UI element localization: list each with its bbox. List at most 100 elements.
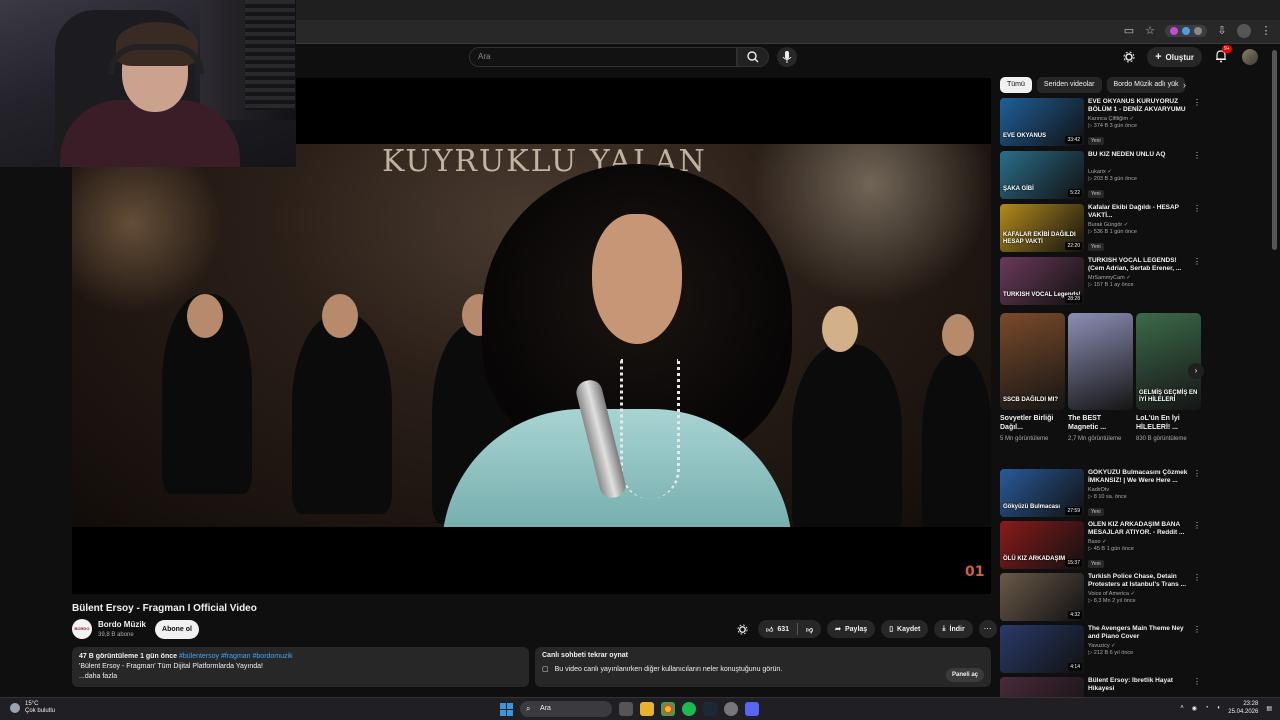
more-vertical-icon[interactable]: ⋮ — [1193, 625, 1201, 634]
like-button[interactable]: 👍︎ 631 — [758, 620, 797, 638]
description-box[interactable]: 47 B görüntüleme 1 gün önce #bülentersoy… — [72, 647, 529, 687]
browser-profile-avatar[interactable] — [1237, 24, 1251, 38]
short-thumbnail[interactable]: SSCB DAĞILDI MI? — [1000, 313, 1065, 410]
file-explorer-icon[interactable] — [640, 702, 654, 716]
recommendation-title[interactable]: Kafalar Ekibi Dağıldı - HESAP VAKTİ... — [1088, 204, 1194, 220]
task-view-icon[interactable] — [619, 702, 633, 716]
recommendation-item[interactable]: ŞAKA GİBİ 5:22 BU KIZ NEDEN ÜNLÜ AQ Lukarix… — [1000, 151, 1210, 201]
search-input[interactable]: Ara — [469, 47, 737, 67]
download-button[interactable]: ⤓ İndir — [934, 620, 973, 638]
microphone-tray-icon[interactable]: ◉ — [1192, 705, 1197, 712]
short-card[interactable]: GELMİŞ GEÇMİŞ EN İYİ HİLELERİ LoL'ün En İ… — [1136, 313, 1201, 461]
gear-icon[interactable] — [1123, 51, 1135, 63]
extension-icon[interactable] — [1194, 27, 1202, 35]
extension-icon[interactable] — [1170, 27, 1178, 35]
recommendation-title[interactable]: EVE OKYANUS KURUYORUZ BÖLÜM 1 - DENİZ AK… — [1088, 98, 1194, 114]
recommendation-title[interactable]: Turkish Police Chase, Detain Protesters … — [1088, 573, 1194, 589]
recommendation-channel[interactable]: Karınca Çiftliğim ✓ — [1088, 116, 1194, 122]
share-button[interactable]: ➦ Paylaş — [827, 620, 876, 638]
chevron-up-icon[interactable]: ˄ — [1180, 705, 1184, 711]
bookmark-star-icon[interactable]: ☆ — [1144, 25, 1156, 37]
page-scrollbar[interactable] — [1272, 50, 1277, 250]
short-title[interactable]: Sovyetler Birliği Dağıl... — [1000, 414, 1065, 432]
recommendation-channel[interactable]: MrSammyCam ✓ — [1088, 275, 1194, 281]
short-title[interactable]: The BEST Magnetic ... — [1068, 414, 1133, 432]
video-thumbnail[interactable]: Gökyüzü Bulmacası 27:59 — [1000, 469, 1084, 517]
browser-menu-icon[interactable]: ⋮ — [1260, 25, 1272, 37]
recommendation-item[interactable]: EVE OKYANUS 33:42 EVE OKYANUS KURUYORUZ BÖ… — [1000, 98, 1210, 148]
recommendation-channel[interactable]: Burak Güngör ✓ — [1088, 222, 1194, 228]
short-title[interactable]: LoL'ün En İyi HİLELERİ! ... — [1136, 414, 1201, 432]
video-thumbnail[interactable]: ÖLÜ KIZ ARKADAŞIM 15:37 — [1000, 521, 1084, 569]
volume-icon[interactable]: ◖ — [1217, 705, 1221, 711]
filter-chip[interactable]: Tümü — [1000, 77, 1032, 93]
recommendation-title[interactable]: BU KIZ NEDEN ÜNLÜ AQ — [1088, 151, 1194, 167]
more-vertical-icon[interactable]: ⋮ — [1193, 573, 1201, 582]
recommendation-item[interactable]: KAFALAR EKİBİ DAĞILDI HESAP VAKTİ 22:20 Ka… — [1000, 204, 1210, 254]
extensions-pill[interactable] — [1165, 25, 1207, 37]
recommendation-channel[interactable]: Yavuzicy ✓ — [1088, 643, 1194, 649]
notification-center-icon[interactable]: ▤ — [1266, 705, 1272, 712]
description-more-link[interactable]: ...daha fazla — [79, 672, 522, 682]
video-thumbnail[interactable]: ŞAKA GİBİ 5:22 — [1000, 151, 1084, 199]
save-button[interactable]: ▯ Kaydet — [881, 620, 929, 638]
shorts-next-button[interactable]: › — [1188, 363, 1204, 379]
recommendation-title[interactable]: GÖKYÜZÜ Bulmacasını Çözmek İMKANSIZ! | W… — [1088, 469, 1194, 485]
channel-avatar[interactable]: BORDO MÜZİK — [72, 619, 92, 651]
cast-icon[interactable]: ▭ — [1123, 25, 1135, 37]
more-vertical-icon[interactable]: ⋮ — [1193, 98, 1201, 107]
video-thumbnail[interactable]: 4:32 — [1000, 573, 1084, 621]
spotify-icon[interactable] — [682, 702, 696, 716]
voice-search-button[interactable] — [777, 47, 797, 67]
more-vertical-icon[interactable]: ⋮ — [1193, 257, 1201, 266]
more-actions-button[interactable]: ⋯ — [978, 620, 997, 638]
steam-icon[interactable] — [703, 702, 717, 716]
recommendation-channel[interactable]: Baso ✓ — [1088, 539, 1194, 545]
filter-chip[interactable]: Bordo Müzik adlı yük — [1106, 77, 1186, 93]
more-vertical-icon[interactable]: ⋮ — [1193, 151, 1201, 160]
recommendation-title[interactable]: The Avengers Main Theme Ney and Piano Co… — [1088, 625, 1194, 641]
channel-watermark[interactable]: 01 — [965, 564, 985, 582]
recommendation-title[interactable]: Bülent Ersoy: İbretlik Hayat Hikayesi — [1088, 677, 1194, 693]
system-clock[interactable]: 23:28 25.04.2026 — [1228, 700, 1258, 716]
weather-widget[interactable]: 15°C Çok bulutlu — [10, 701, 55, 715]
recommendation-channel[interactable]: Lukarix ✓ — [1088, 169, 1194, 175]
recommendation-channel[interactable]: KadirDtv — [1088, 487, 1194, 493]
dislike-button[interactable]: 👎︎ — [798, 620, 821, 638]
taskbar-search[interactable]: ⌕ Ara — [520, 701, 612, 717]
recommendation-title[interactable]: ÖLEN KIZ ARKADAŞIM BANA MESAJLAR ATIYOR.… — [1088, 521, 1194, 537]
more-vertical-icon[interactable]: ⋮ — [1193, 469, 1201, 478]
open-panel-button[interactable]: Paneli aç — [945, 668, 984, 682]
windows-start-icon[interactable] — [500, 702, 513, 716]
video-thumbnail[interactable]: 4:14 — [1000, 625, 1084, 673]
short-card[interactable]: The BEST Magnetic ... 2,7 Mn görüntüleme — [1068, 313, 1133, 461]
more-vertical-icon[interactable]: ⋮ — [1193, 677, 1201, 686]
video-thumbnail[interactable]: TURKISH VOCAL Legends! 28:28 — [1000, 257, 1084, 305]
search-button[interactable] — [737, 47, 769, 67]
recommendation-item[interactable]: ÖLÜ KIZ ARKADAŞIM 15:37 ÖLEN KIZ ARKADAŞIM… — [1000, 521, 1210, 571]
create-button[interactable]: + Oluştur — [1147, 47, 1202, 67]
chevron-right-icon[interactable]: › — [1183, 80, 1186, 90]
short-thumbnail[interactable]: GELMİŞ GEÇMİŞ EN İYİ HİLELERİ — [1136, 313, 1201, 410]
app-icon[interactable] — [724, 702, 738, 716]
short-card[interactable]: SSCB DAĞILDI MI? Sovyetler Birliği Dağıl.… — [1000, 313, 1065, 461]
more-vertical-icon[interactable]: ⋮ — [1193, 204, 1201, 213]
downloads-icon[interactable]: ⇩ — [1216, 25, 1228, 37]
gear-icon[interactable] — [733, 620, 752, 638]
wifi-icon[interactable]: ◔ — [1205, 705, 1209, 711]
recommendation-item[interactable]: TURKISH VOCAL Legends! 28:28 TURKISH VOCAL… — [1000, 257, 1210, 307]
recommendation-item[interactable]: 4:32 Turkish Police Chase, Detain Protest… — [1000, 573, 1210, 623]
recommendation-item[interactable]: Gökyüzü Bulmacası 27:59 GÖKYÜZÜ Bulmacasın… — [1000, 469, 1210, 519]
discord-icon[interactable] — [745, 702, 759, 716]
recommendation-item[interactable]: 4:14 The Avengers Main Theme Ney and Pian… — [1000, 625, 1210, 675]
chrome-browser-icon[interactable] — [661, 702, 675, 716]
recommendation-channel[interactable]: Voice of America ✓ — [1088, 591, 1194, 597]
subscribe-button[interactable]: Abone ol — [155, 620, 199, 639]
video-thumbnail[interactable]: EVE OKYANUS 33:42 — [1000, 98, 1084, 146]
filter-chip[interactable]: Seriden videolar — [1036, 77, 1102, 93]
recommendation-title[interactable]: TURKISH VOCAL LEGENDS! (Cem Adrian, Sert… — [1088, 257, 1194, 273]
account-avatar[interactable] — [1242, 49, 1258, 65]
description-hashtags[interactable]: #bülentersoy #fragman #bordomuzik — [179, 653, 293, 660]
more-vertical-icon[interactable]: ⋮ — [1193, 521, 1201, 530]
notifications-button[interactable]: 9+ — [1214, 45, 1232, 65]
